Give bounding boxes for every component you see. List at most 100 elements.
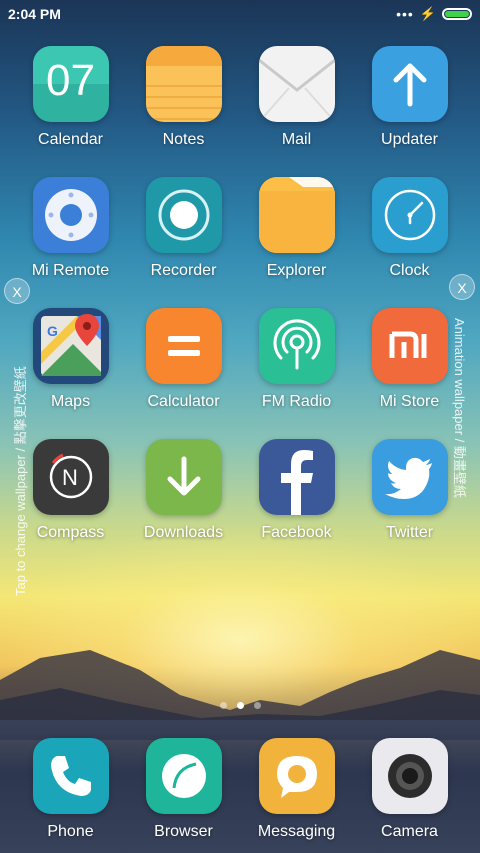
- compass-graphic: N: [49, 453, 92, 499]
- folder-icon: [258, 177, 335, 253]
- camera-icon: [371, 738, 448, 814]
- dock-phone[interactable]: Phone: [14, 738, 127, 841]
- message-graphic: [276, 756, 317, 798]
- record-graphic: [158, 189, 209, 241]
- radio-icon: [258, 308, 335, 384]
- app-facebook[interactable]: Facebook: [240, 439, 353, 570]
- phone-icon: [32, 738, 109, 814]
- mail-icon: [258, 46, 335, 122]
- clock-graphic: [384, 189, 435, 241]
- status-time: 2:04 PM: [8, 6, 61, 22]
- app-label: Maps: [50, 393, 91, 410]
- dock-messaging[interactable]: Messaging: [240, 738, 353, 841]
- page-dot[interactable]: [253, 702, 261, 709]
- app-label: Downloads: [143, 524, 224, 541]
- notes-header: [145, 46, 222, 66]
- more-notifications-icon: •••: [396, 6, 414, 22]
- dock-browser[interactable]: Browser: [127, 738, 240, 841]
- app-downloads[interactable]: Downloads: [127, 439, 240, 570]
- app-mi-store[interactable]: Mi Store: [353, 308, 466, 439]
- app-calendar[interactable]: 07 Calendar: [14, 46, 127, 177]
- envelope-graphic: [258, 58, 335, 122]
- left-wallpaper-hint[interactable]: Tap to change wallpaper / 點擊更改壁紙: [10, 366, 29, 596]
- maps-icon: G: [32, 308, 109, 384]
- calendar-icon: 07: [32, 46, 109, 122]
- app-label: Phone: [47, 823, 94, 840]
- remote-icon: [32, 177, 109, 253]
- calendar-day: 07: [46, 56, 95, 105]
- app-mail[interactable]: Mail: [240, 46, 353, 177]
- notes-icon: [145, 46, 222, 122]
- app-row: 07 Calendar Notes Mail Updater: [14, 46, 466, 177]
- message-icon: [258, 738, 335, 814]
- app-twitter[interactable]: Twitter: [353, 439, 466, 570]
- maps-graphic: G: [40, 314, 101, 376]
- app-calculator[interactable]: Calculator: [127, 308, 240, 439]
- app-label: Mail: [281, 131, 312, 148]
- app-label: Calculator: [147, 393, 220, 410]
- app-row: G Maps Calculator FM Radio Mi Store: [14, 308, 466, 439]
- arrow-graphic: [393, 63, 426, 107]
- page-dot[interactable]: [219, 702, 227, 709]
- page-indicator: [0, 702, 480, 709]
- app-label: Browser: [154, 823, 213, 840]
- app-notes[interactable]: Notes: [127, 46, 240, 177]
- right-wallpaper-hint[interactable]: Animation wallpaper / 動畫壁紙: [451, 318, 470, 498]
- app-compass[interactable]: N Compass: [14, 439, 127, 570]
- facebook-graphic: [280, 450, 313, 515]
- twitter-icon: [371, 439, 448, 515]
- phone-graphic: [50, 756, 91, 796]
- clock-icon: [371, 177, 448, 253]
- right-close-button[interactable]: X: [449, 274, 475, 300]
- app-explorer[interactable]: Explorer: [240, 177, 353, 308]
- radio-graphic: [273, 319, 320, 370]
- app-label: Mi Store: [379, 393, 440, 410]
- app-label: FM Radio: [261, 393, 332, 410]
- app-label: Twitter: [385, 524, 434, 541]
- status-bar: 2:04 PM ••• ⚡: [0, 0, 480, 28]
- app-recorder[interactable]: Recorder: [127, 177, 240, 308]
- app-updater[interactable]: Updater: [353, 46, 466, 177]
- app-label: Compass: [36, 524, 105, 541]
- notes-lines: [145, 76, 222, 120]
- page-dot-active[interactable]: [236, 702, 244, 709]
- download-icon: [145, 439, 222, 515]
- record-icon: [145, 177, 222, 253]
- app-label: Camera: [381, 823, 438, 840]
- mi-logo-graphic: [389, 331, 426, 358]
- app-label: Messaging: [257, 823, 336, 840]
- app-mi-remote[interactable]: Mi Remote: [14, 177, 127, 308]
- dock: Phone Browser Messaging Camera: [14, 738, 466, 841]
- facebook-icon: [258, 439, 335, 515]
- left-close-button[interactable]: X: [4, 278, 30, 304]
- app-label: Calendar: [38, 131, 103, 148]
- battery-fill: [445, 11, 469, 17]
- browser-icon: [145, 738, 222, 814]
- app-label: Updater: [381, 131, 438, 148]
- app-row: N Compass Downloads Facebook Twitter: [14, 439, 466, 570]
- app-row: Mi Remote Recorder Explorer Clock: [14, 177, 466, 308]
- svg-text:G: G: [47, 323, 58, 339]
- app-label: Notes: [162, 131, 205, 148]
- app-label: Mi Remote: [31, 262, 110, 279]
- calculator-graphic: [167, 336, 200, 356]
- calculator-icon: [145, 308, 222, 384]
- camera-graphic: [387, 754, 432, 798]
- app-label: Recorder: [150, 262, 217, 279]
- twitter-bird-graphic: [384, 457, 432, 499]
- dock-camera[interactable]: Camera: [353, 738, 466, 841]
- battery-icon: [442, 8, 472, 20]
- mi-store-icon: [371, 308, 448, 384]
- charging-icon: ⚡: [419, 6, 436, 21]
- browser-graphic: [161, 754, 206, 798]
- app-label: Facebook: [261, 524, 332, 541]
- app-fm-radio[interactable]: FM Radio: [240, 308, 353, 439]
- up-arrow-icon: [371, 46, 448, 122]
- compass-icon: N: [32, 439, 109, 515]
- app-label: Clock: [389, 262, 430, 279]
- app-maps[interactable]: G Maps: [14, 308, 127, 439]
- app-label: Explorer: [266, 262, 327, 279]
- svg-text:N: N: [62, 465, 78, 490]
- app-grid: 07 Calendar Notes Mail Updater Mi Remote…: [14, 46, 466, 570]
- folder-graphic: [258, 177, 335, 253]
